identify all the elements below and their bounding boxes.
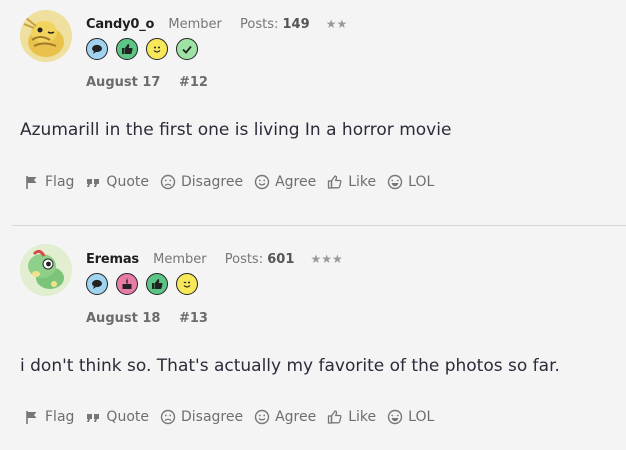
posts-count: 149: [282, 17, 310, 32]
quote-icon: [87, 179, 100, 187]
disagree-label: Disagree: [180, 409, 244, 425]
lol-label: LOL: [408, 174, 435, 190]
agree-button[interactable]: Agree: [254, 174, 316, 190]
laughing-face-icon: [387, 409, 403, 425]
lol-button[interactable]: LOL: [387, 174, 434, 190]
like-label: Like: [348, 174, 377, 190]
post-number[interactable]: #12: [179, 75, 208, 90]
post-date[interactable]: August 17: [86, 75, 160, 90]
checkmark-icon[interactable]: [176, 38, 198, 60]
speech-bubble-icon[interactable]: [86, 273, 108, 295]
flag-button[interactable]: Flag: [24, 174, 74, 190]
smile-face-icon: [254, 409, 270, 425]
username[interactable]: Eremas: [86, 252, 139, 267]
user-role: Member: [153, 252, 207, 267]
like-button[interactable]: Like: [327, 409, 376, 425]
quote-label: Quote: [106, 409, 149, 425]
avatar[interactable]: [20, 244, 72, 296]
sad-face-icon: [160, 409, 176, 425]
disagree-button[interactable]: Disagree: [160, 174, 243, 190]
quote-button[interactable]: Quote: [85, 409, 149, 425]
posts-label: Posts:: [240, 17, 279, 32]
avatar[interactable]: [20, 10, 72, 62]
like-button[interactable]: Like: [327, 174, 376, 190]
disagree-label: Disagree: [180, 174, 244, 190]
posts-count: 601: [267, 252, 295, 267]
thumbs-up-outline-icon: [328, 175, 342, 189]
posts-label: Posts:: [224, 252, 264, 267]
rank-stars: ★★★: [310, 252, 343, 266]
like-label: Like: [348, 409, 377, 425]
user-role: Member: [168, 17, 222, 32]
avatar-sandshrew-image: [20, 10, 72, 62]
speech-bubble-icon[interactable]: [86, 38, 108, 60]
user-badges: [86, 38, 198, 62]
smile-face-icon: [254, 174, 270, 190]
post-date[interactable]: August 18: [86, 311, 160, 326]
post-body: i don't think so. That's actually my fav…: [20, 356, 560, 376]
post-meta: August 17 #12: [86, 75, 208, 90]
flag-label: Flag: [45, 409, 75, 425]
flag-button[interactable]: Flag: [24, 409, 74, 425]
wink-icon[interactable]: [176, 273, 198, 295]
disagree-button[interactable]: Disagree: [160, 409, 243, 425]
sad-face-icon: [160, 174, 176, 190]
user-badges: [86, 273, 198, 297]
flag-icon: [26, 176, 37, 189]
rank-stars: ★★: [325, 17, 348, 31]
post-actions: Flag Quote Disagree Agree Like LOL: [24, 409, 445, 425]
smiley-icon[interactable]: [146, 38, 168, 60]
username[interactable]: Candy0_o: [86, 17, 154, 32]
agree-label: Agree: [275, 174, 317, 190]
post-meta: August 18 #13: [86, 311, 208, 326]
user-info: Eremas Member Posts: 601 ★★★: [86, 251, 343, 268]
avatar-caterpie-image: [20, 244, 72, 296]
cake-icon[interactable]: [116, 273, 138, 295]
user-info: Candy0_o Member Posts: 149 ★★: [86, 16, 347, 33]
agree-label: Agree: [275, 409, 317, 425]
lol-button[interactable]: LOL: [387, 409, 434, 425]
thumbs-up-icon[interactable]: [116, 38, 138, 60]
lol-label: LOL: [408, 409, 435, 425]
thumbs-up-icon[interactable]: [146, 273, 168, 295]
flag-icon: [26, 411, 37, 424]
agree-button[interactable]: Agree: [254, 409, 316, 425]
post-13: Eremas Member Posts: 601 ★★★ August 18 #…: [0, 226, 626, 450]
thumbs-up-outline-icon: [328, 410, 342, 424]
quote-label: Quote: [106, 174, 149, 190]
post-actions: Flag Quote Disagree Agree Like LOL: [24, 174, 445, 190]
post-number[interactable]: #13: [179, 311, 208, 326]
quote-button[interactable]: Quote: [85, 174, 149, 190]
post-12: Candy0_o Member Posts: 149 ★★ August 17 …: [0, 0, 626, 225]
laughing-face-icon: [387, 174, 403, 190]
quote-icon: [87, 414, 100, 422]
post-body: Azumarill in the first one is living In …: [20, 120, 452, 140]
flag-label: Flag: [45, 174, 75, 190]
